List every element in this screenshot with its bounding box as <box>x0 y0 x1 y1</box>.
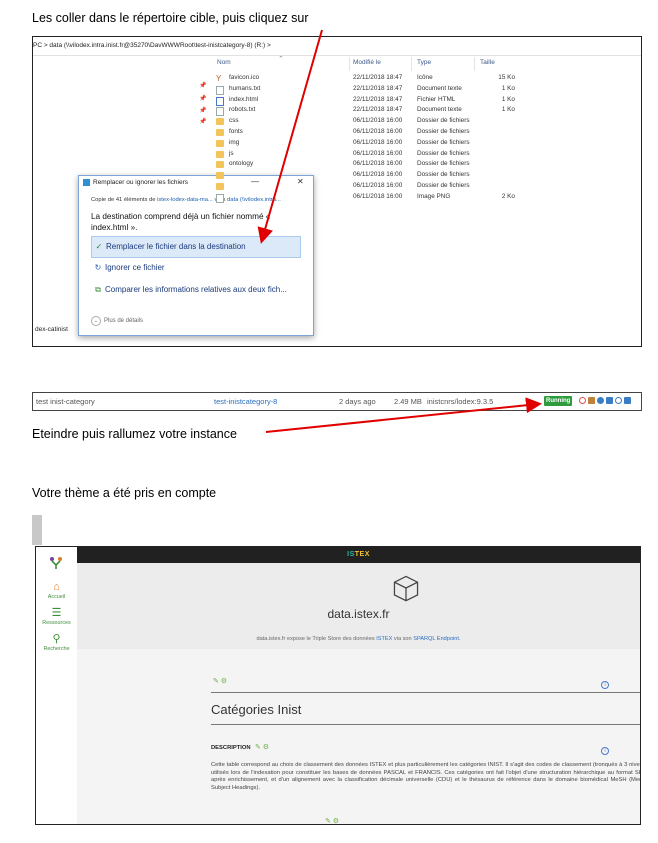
annotation-arrows <box>257 29 542 433</box>
arrow-to-running <box>265 397 542 433</box>
arrow-to-replace <box>257 29 323 244</box>
